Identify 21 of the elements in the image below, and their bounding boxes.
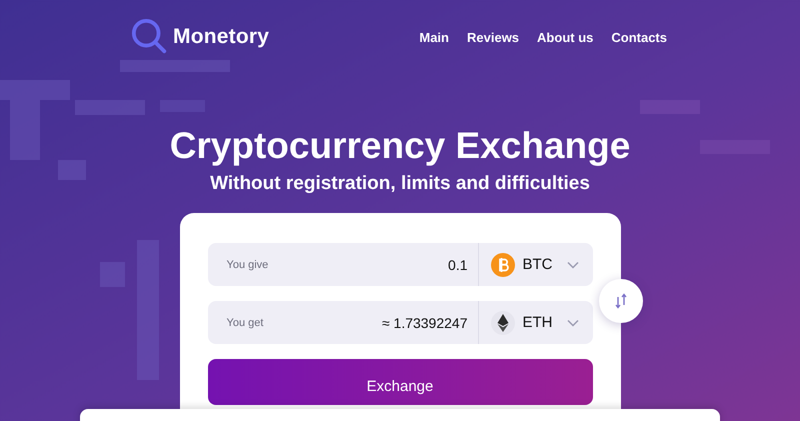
swap-button[interactable]	[598, 279, 642, 323]
field-label: You get	[226, 316, 264, 328]
amount-field[interactable]: You give 0.1 BTC	[208, 243, 592, 286]
chevron-icon	[566, 318, 578, 326]
amount-field[interactable]: You get ≈ 1.73392247 ETH	[208, 301, 592, 344]
field-value: 0.1	[448, 243, 478, 286]
coin-icon	[490, 252, 514, 276]
nav-link[interactable]: Main	[419, 30, 449, 44]
exchange-button[interactable]: Exchange	[208, 359, 592, 405]
swap-icon	[614, 293, 628, 309]
field-value: ≈ 1.73392247	[382, 301, 478, 344]
nav-link[interactable]: About us	[537, 30, 594, 44]
nav-link[interactable]: Contacts	[611, 30, 667, 44]
hero-title: Cryptocurrency Exchange	[170, 124, 630, 168]
field-label: You give	[226, 258, 270, 270]
currency-select[interactable]: ETH	[478, 301, 592, 344]
nav-link[interactable]: Reviews	[467, 30, 520, 44]
logo-text[interactable]: Monetory	[173, 25, 270, 49]
chevron-icon	[566, 260, 578, 268]
hero-subtitle: Without registration, limits and difficulties	[210, 172, 590, 196]
currency-select[interactable]: BTC	[478, 243, 592, 286]
